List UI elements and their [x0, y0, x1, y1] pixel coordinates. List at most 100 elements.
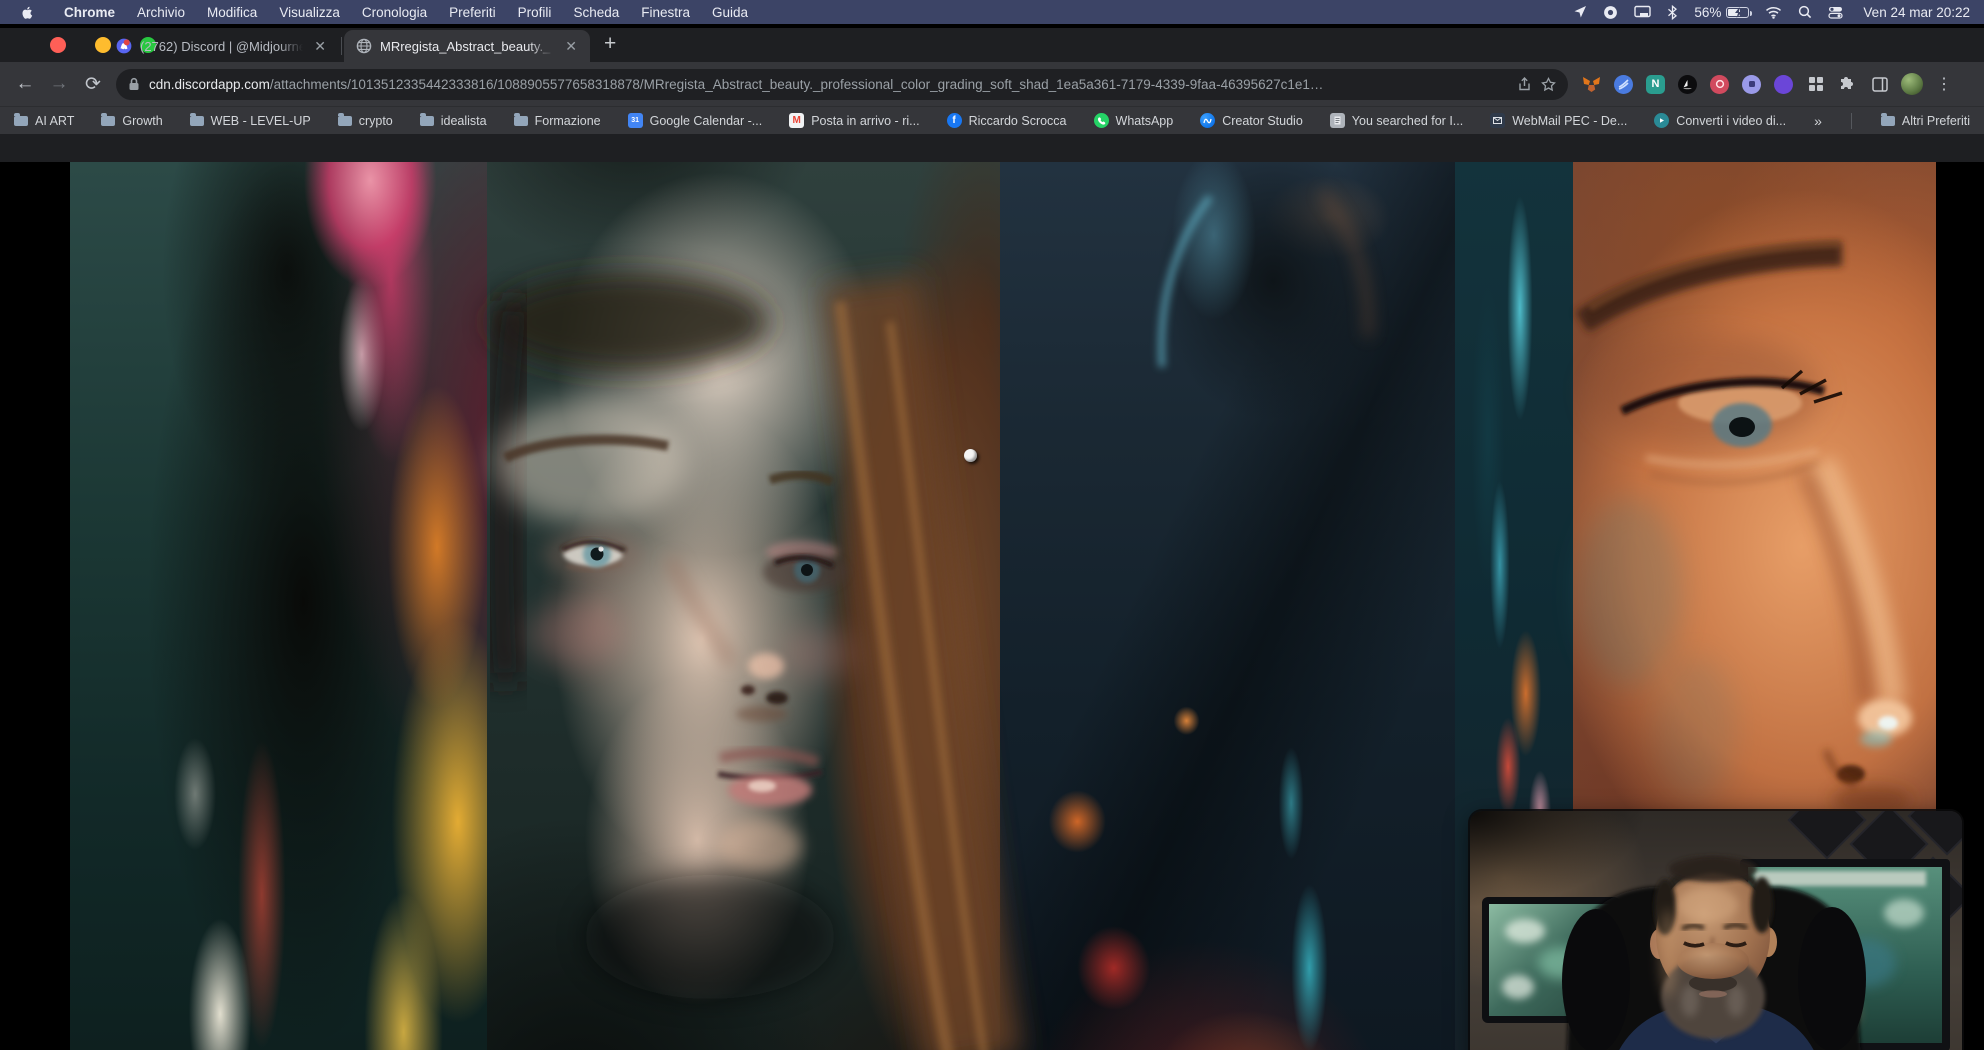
control-center-icon[interactable]: [1828, 5, 1843, 20]
menu-item-preferiti[interactable]: Preferiti: [438, 5, 507, 20]
bookmark-video-converter[interactable]: Converti i video di...: [1654, 113, 1786, 128]
tab-image-attachment[interactable]: MRregista_Abstract_beauty._ ✕: [344, 30, 590, 62]
minimize-window-button[interactable]: [95, 37, 111, 53]
gmail-icon: M: [789, 113, 804, 128]
folder-icon: [420, 116, 434, 126]
profile-avatar[interactable]: [1901, 73, 1923, 95]
bookmark-label: idealista: [441, 114, 487, 128]
metamask-extension-icon[interactable]: [1582, 75, 1601, 94]
bookmark-label: WhatsApp: [1116, 114, 1174, 128]
url-path: /attachments/1013512335442333816/1088905…: [270, 77, 1324, 92]
toolbar-right: ⋮: [1901, 73, 1946, 95]
bookmark-label: WebMail PEC - De...: [1512, 114, 1627, 128]
bookmark-label: You searched for I...: [1352, 114, 1463, 128]
tab-close-icon[interactable]: ✕: [311, 38, 329, 55]
whatsapp-icon: [1094, 113, 1109, 128]
folder-icon: [190, 116, 204, 126]
menu-item-scheda[interactable]: Scheda: [562, 5, 630, 20]
folder-icon: [101, 116, 115, 126]
reload-button[interactable]: ⟳: [78, 69, 108, 99]
bookmark-label: WEB - LEVEL-UP: [211, 114, 311, 128]
bookmark-folder-formazione[interactable]: Formazione: [514, 114, 601, 128]
share-icon[interactable]: [1517, 77, 1532, 92]
bookmarks-overflow-chevron[interactable]: »: [1814, 113, 1822, 129]
spotlight-search-icon[interactable]: [1798, 5, 1812, 19]
bluetooth-icon[interactable]: [1667, 5, 1678, 20]
menu-item-archivio[interactable]: Archivio: [126, 5, 196, 20]
back-button[interactable]: ←: [10, 69, 40, 99]
bookmark-folder-idealista[interactable]: idealista: [420, 114, 487, 128]
bookmark-gmail-inbox[interactable]: MPosta in arrivo - ri...: [789, 113, 919, 128]
notion-ai-extension-icon[interactable]: N: [1646, 75, 1665, 94]
menu-item-guida[interactable]: Guida: [701, 5, 759, 20]
bookmark-folder-crypto[interactable]: crypto: [338, 114, 393, 128]
bookmark-label: Google Calendar -...: [650, 114, 763, 128]
tab-title: (2762) Discord | @Midjourney: [140, 39, 303, 54]
bookmarks-separator: [1851, 113, 1852, 129]
converter-icon: [1654, 113, 1669, 128]
bookmark-creator-studio[interactable]: Creator Studio: [1200, 113, 1303, 128]
bookmarks-bar: AI ART Growth WEB - LEVEL-UP crypto idea…: [0, 106, 1984, 134]
url-host: cdn.discordapp.com: [149, 77, 270, 92]
bookmark-label: Altri Preferiti: [1902, 114, 1970, 128]
webcam-overlay: [1470, 811, 1962, 1050]
bookmark-google-calendar[interactable]: 31Google Calendar -...: [628, 113, 763, 128]
webcam-scene: [1470, 811, 1962, 1050]
menu-item-modifica[interactable]: Modifica: [196, 5, 268, 20]
bookmark-label: Converti i video di...: [1676, 114, 1786, 128]
lavender-extension-icon[interactable]: [1742, 75, 1761, 94]
menu-item-profili[interactable]: Profili: [507, 5, 563, 20]
page-icon: [1330, 113, 1345, 128]
screen-mirroring-icon[interactable]: [1634, 5, 1651, 19]
folder-icon: [1881, 116, 1895, 126]
menu-item-cronologia[interactable]: Cronologia: [351, 5, 438, 20]
forward-button[interactable]: →: [44, 69, 74, 99]
purple-extension-icon[interactable]: [1774, 75, 1793, 94]
address-bar[interactable]: cdn.discordapp.com/attachments/101351233…: [116, 69, 1568, 100]
image-panel-portrait: [487, 162, 1000, 1050]
menu-item-chrome[interactable]: Chrome: [53, 5, 126, 20]
wifi-icon[interactable]: [1765, 6, 1782, 19]
side-panel-icon[interactable]: [1870, 75, 1889, 94]
image-panel-dark-bokeh: [1000, 162, 1455, 1050]
bookmark-label: Riccardo Scrocca: [969, 114, 1067, 128]
bookmark-label: crypto: [359, 114, 393, 128]
close-window-button[interactable]: [50, 37, 66, 53]
page-content: [0, 162, 1984, 1050]
bookmark-folder-web-level-up[interactable]: WEB - LEVEL-UP: [190, 114, 311, 128]
blue-extension-icon[interactable]: [1614, 75, 1633, 94]
other-bookmarks[interactable]: Altri Preferiti: [1881, 114, 1970, 128]
bookmark-webmail-pec[interactable]: WebMail PEC - De...: [1490, 113, 1627, 128]
tab-strip: (2762) Discord | @Midjourney ✕ MRregista…: [0, 28, 1984, 62]
chrome-menu-kebab-icon[interactable]: ⋮: [1936, 82, 1946, 87]
bookmark-folder-growth[interactable]: Growth: [101, 114, 162, 128]
tab-grid-icon[interactable]: [1806, 75, 1825, 94]
new-tab-button[interactable]: +: [590, 32, 630, 62]
bookmark-star-icon[interactable]: [1541, 77, 1556, 92]
browser-toolbar: ← → ⟳ cdn.discordapp.com/attachments/101…: [0, 62, 1984, 106]
midjourney-extension-icon[interactable]: [1678, 75, 1697, 94]
menu-item-visualizza[interactable]: Visualizza: [268, 5, 351, 20]
menu-bar-clock[interactable]: Ven 24 mar 20:22: [1863, 5, 1970, 20]
globe-favicon: [356, 38, 372, 54]
bookmark-facebook-profile[interactable]: fRiccardo Scrocca: [947, 113, 1067, 128]
padlock-icon[interactable]: [128, 77, 140, 91]
extensions-puzzle-icon[interactable]: [1838, 75, 1857, 94]
location-arrow-icon[interactable]: [1573, 5, 1587, 19]
mail-icon: [1490, 113, 1505, 128]
bookmark-whatsapp[interactable]: WhatsApp: [1094, 113, 1174, 128]
bookmark-label: Formazione: [535, 114, 601, 128]
bookmark-you-searched[interactable]: You searched for I...: [1330, 113, 1463, 128]
apple-menu-icon[interactable]: [20, 5, 35, 20]
menu-item-finestra[interactable]: Finestra: [630, 5, 701, 20]
red-extension-icon[interactable]: [1710, 75, 1729, 94]
battery-indicator[interactable]: 56%: [1694, 5, 1749, 20]
mouse-cursor: [964, 449, 977, 462]
url-text: cdn.discordapp.com/attachments/101351233…: [149, 77, 1508, 92]
image-panel-abstract-ribbon: [70, 162, 487, 1050]
tab-close-icon[interactable]: ✕: [562, 38, 580, 55]
bookmark-folder-ai-art[interactable]: AI ART: [14, 114, 74, 128]
status-app-icon[interactable]: [1603, 5, 1618, 20]
battery-percent-label: 56%: [1694, 5, 1721, 20]
tab-discord[interactable]: (2762) Discord | @Midjourney ✕: [104, 30, 339, 62]
